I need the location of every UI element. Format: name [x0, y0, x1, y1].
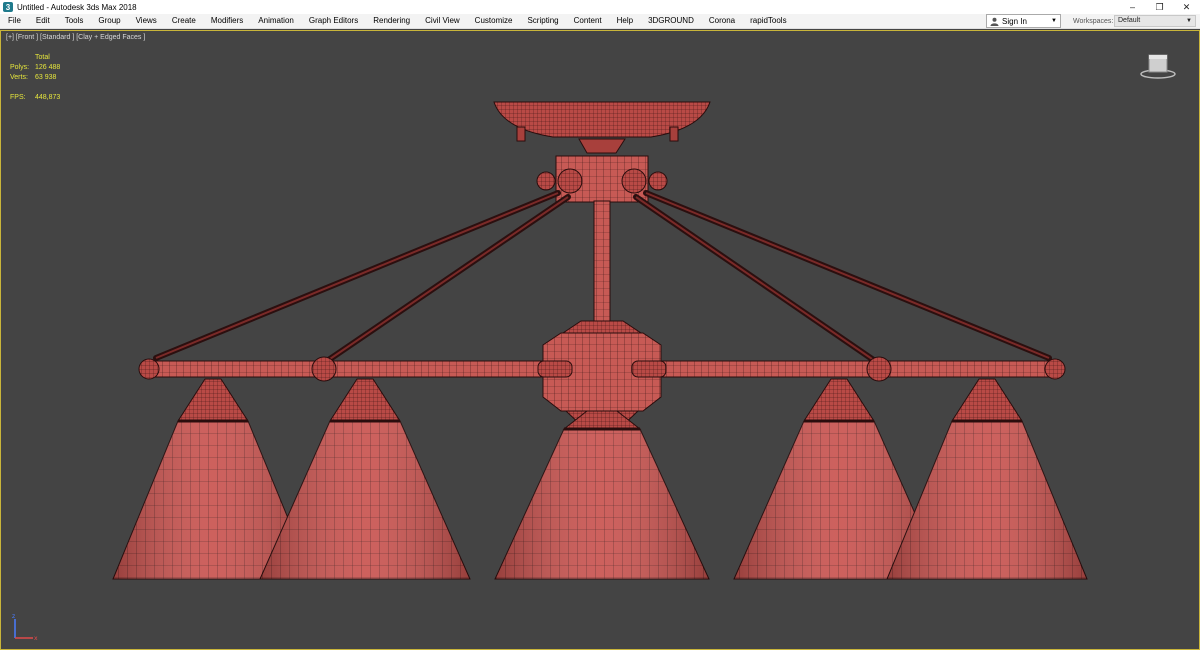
workspaces-label: Workspaces: — [1073, 18, 1114, 25]
svg-text:z: z — [12, 613, 15, 620]
viewport-label[interactable]: [+] [Front ] [Standard ] [Clay + Edged F… — [6, 34, 145, 41]
stats-fps-value: 448,873 — [35, 94, 61, 101]
menu-tools[interactable]: Tools — [57, 14, 91, 28]
stats-polys-value: 126 488 — [35, 64, 61, 71]
stats-polys-label: Polys: — [10, 64, 30, 71]
menu-graph-editors[interactable]: Graph Editors — [301, 14, 365, 28]
menu-file[interactable]: File — [0, 14, 28, 28]
menu-group[interactable]: Group — [90, 14, 127, 28]
lamp-shade — [259, 378, 471, 580]
close-button[interactable]: ✕ — [1173, 0, 1200, 14]
menu-scripting[interactable]: Scripting — [519, 14, 565, 28]
menu-modifiers[interactable]: Modifiers — [203, 14, 250, 28]
user-icon — [990, 17, 999, 26]
menu-civil-view[interactable]: Civil View — [417, 14, 467, 28]
menu-3dground[interactable]: 3DGROUND — [640, 14, 701, 28]
stats-verts-label: Verts: — [10, 74, 28, 81]
menu-corona[interactable]: Corona — [701, 14, 742, 28]
menu-help[interactable]: Help — [609, 14, 640, 28]
svg-text:x: x — [34, 635, 38, 642]
menu-rapidtools[interactable]: rapidTools — [742, 14, 793, 28]
menu-edit[interactable]: Edit — [28, 14, 57, 28]
window-controls: – ❐ ✕ — [1119, 0, 1200, 14]
minimize-button[interactable]: – — [1119, 0, 1146, 14]
3dsmax-app-icon[interactable]: 3 — [3, 2, 13, 12]
title-bar: 3 Untitled - Autodesk 3ds Max 2018 – ❐ ✕ — [0, 0, 1200, 14]
menu-content[interactable]: Content — [566, 14, 609, 28]
stats-verts-value: 63 938 — [35, 74, 57, 81]
menu-animation[interactable]: Animation — [250, 14, 301, 28]
statistics-overlay: Total Polys: 126 488 Verts: 63 938 FPS: 448… — [10, 53, 60, 103]
menu-create[interactable]: Create — [164, 14, 203, 28]
stats-fps-label: FPS: — [10, 94, 26, 101]
stats-total-label: Total — [35, 54, 50, 61]
menu-rendering[interactable]: Rendering — [365, 14, 417, 28]
chevron-down-icon: ▼ — [1051, 18, 1057, 24]
window-title: Untitled - Autodesk 3ds Max 2018 — [17, 2, 137, 12]
lamp-shade — [494, 410, 710, 580]
lamp-shade — [886, 378, 1088, 580]
workspaces-select[interactable]: Default ▼ — [1114, 15, 1196, 27]
menu-customize[interactable]: Customize — [467, 14, 520, 28]
workspace-value: Default — [1118, 17, 1141, 24]
restore-button[interactable]: ❐ — [1146, 0, 1173, 14]
sign-in-label: Sign In — [1002, 16, 1027, 26]
sign-in-dropdown[interactable]: Sign In ▼ — [986, 14, 1061, 28]
chandelier-model — [112, 101, 1088, 580]
menu-views[interactable]: Views — [128, 14, 164, 28]
chevron-down-icon: ▼ — [1186, 18, 1192, 24]
viewcube-icon[interactable] — [1140, 52, 1176, 80]
front-viewport[interactable]: [+] [Front ] [Standard ] [Clay + Edged F… — [0, 30, 1200, 650]
axis-gizmo-icon: z x — [11, 613, 41, 643]
